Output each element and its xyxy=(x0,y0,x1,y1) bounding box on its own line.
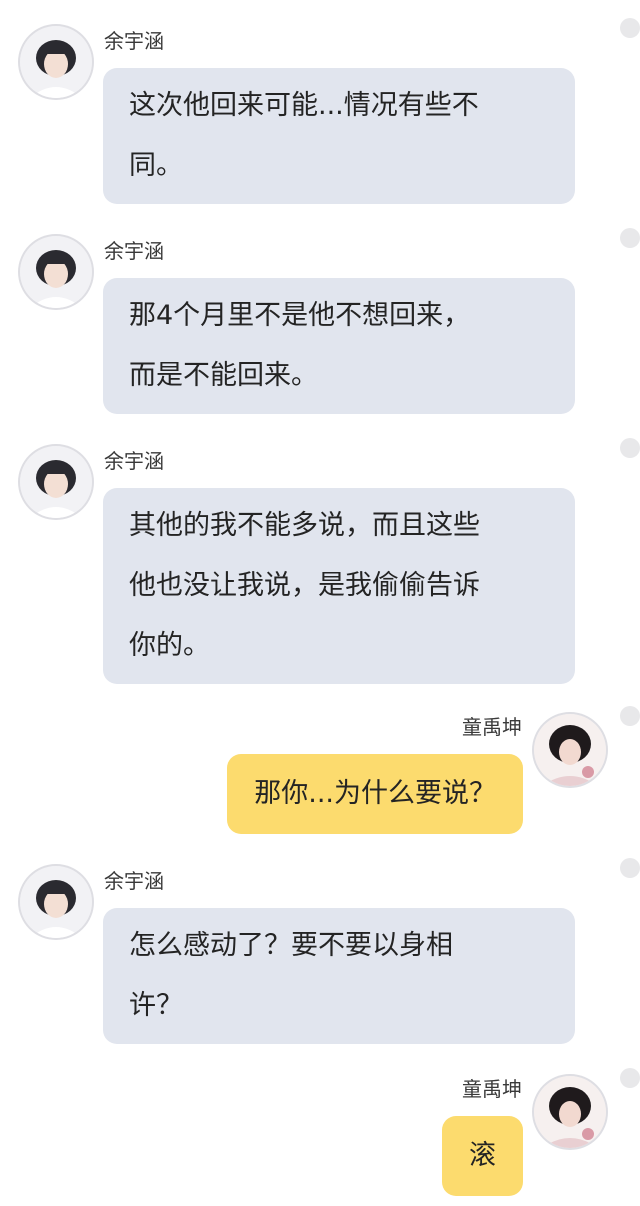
avatar-photo-icon xyxy=(534,1076,606,1148)
sender-name: 童禹坤 xyxy=(462,715,522,739)
sender-name: 余宇涵 xyxy=(104,29,164,53)
avatar[interactable] xyxy=(20,446,92,518)
message-line: 那4个月里不是他不想回来， xyxy=(129,300,471,331)
avatar-photo-icon xyxy=(534,714,606,786)
select-circle-icon[interactable] xyxy=(620,228,640,248)
select-circle-icon[interactable] xyxy=(620,438,640,458)
avatar[interactable] xyxy=(20,26,92,98)
sender-name: 余宇涵 xyxy=(104,239,164,263)
message-line: 你的。 xyxy=(129,630,210,661)
message-line: 而是不能回来。 xyxy=(129,360,318,391)
sender-name: 童禹坤 xyxy=(462,1077,522,1101)
select-circle-icon[interactable] xyxy=(620,706,640,726)
message-line: 同。 xyxy=(129,150,183,181)
message-line: 这次他回来可能...情况有些不 xyxy=(129,90,479,121)
avatar[interactable] xyxy=(20,236,92,308)
message-bubble[interactable]: 滚 xyxy=(442,1116,523,1196)
select-circle-icon[interactable] xyxy=(620,858,640,878)
message-line: 他也没让我说，是我偷偷告诉 xyxy=(129,570,480,601)
avatar-photo-icon xyxy=(20,866,92,938)
message-line: 其他的我不能多说，而且这些 xyxy=(129,510,480,541)
message-bubble[interactable]: 这次他回来可能...情况有些不 同。 xyxy=(103,68,575,204)
message-bubble[interactable]: 其他的我不能多说，而且这些 他也没让我说，是我偷偷告诉 你的。 xyxy=(103,488,575,684)
avatar-photo-icon xyxy=(20,236,92,308)
sender-name: 余宇涵 xyxy=(104,869,164,893)
sender-name: 余宇涵 xyxy=(104,449,164,473)
message-line: 滚 xyxy=(469,1140,496,1171)
avatar[interactable] xyxy=(534,1076,606,1148)
message-bubble[interactable]: 那4个月里不是他不想回来， 而是不能回来。 xyxy=(103,278,575,414)
avatar-photo-icon xyxy=(20,26,92,98)
avatar[interactable] xyxy=(20,866,92,938)
message-bubble[interactable]: 那你...为什么要说？ xyxy=(227,754,523,834)
avatar[interactable] xyxy=(534,714,606,786)
select-circle-icon[interactable] xyxy=(620,1068,640,1088)
avatar-photo-icon xyxy=(20,446,92,518)
message-line: 许？ xyxy=(129,990,183,1021)
select-circle-icon[interactable] xyxy=(620,18,640,38)
message-line: 怎么感动了？要不要以身相 xyxy=(129,930,453,961)
message-bubble[interactable]: 怎么感动了？要不要以身相 许？ xyxy=(103,908,575,1044)
message-line: 那你...为什么要说？ xyxy=(254,778,496,809)
